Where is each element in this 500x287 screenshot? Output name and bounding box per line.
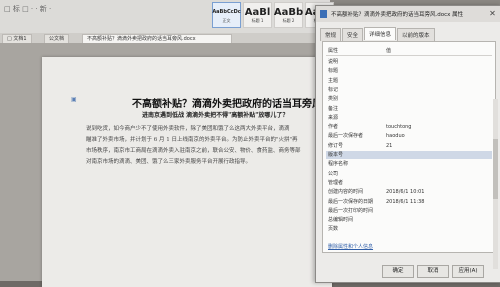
property-row[interactable]: 修订号 21 <box>326 142 492 150</box>
ribbon: □ 标 □ · · 新 · AaBbCcDc 正文 AaBl 标题 1 AaBb… <box>0 0 334 34</box>
property-name: 修订号 <box>328 142 344 149</box>
document-title: 不高额补贴？滴滴外卖把政府的话当耳旁风 <box>132 99 322 110</box>
property-name: 程序名称 <box>328 161 349 168</box>
style-heading-1-sample: AaBl <box>244 6 271 18</box>
dialog-title: 不高额补贴？滴滴外卖把政府的话当耳旁风.docx 属性 <box>331 12 464 18</box>
property-row[interactable]: 版本号 <box>326 151 492 159</box>
property-row[interactable]: 最后一次保存的日期 2018/6/1 11:38 <box>326 198 492 206</box>
remove-properties-link[interactable]: 删除属性和个人信息 <box>328 243 373 250</box>
scrollbar-thumb[interactable] <box>493 139 498 199</box>
quick-access-toolbar[interactable]: □ 标 □ · · 新 · <box>4 4 51 14</box>
property-name: 总编辑时间 <box>328 217 354 224</box>
screen: □ 标 □ · · 新 · AaBbCcDc 正文 AaBl 标题 1 AaBb… <box>0 0 500 287</box>
property-name: 主题 <box>328 77 339 84</box>
properties-dialog: 不高额补贴？滴滴外卖把政府的话当耳旁风.docx 属性 ✕ 常规 安全 详细信息… <box>315 5 500 283</box>
property-name: 最后一次保存者 <box>328 133 364 140</box>
close-icon[interactable]: ✕ <box>487 8 498 19</box>
property-value: 21 <box>386 142 393 149</box>
property-name: 最后一次保存的日期 <box>328 198 374 205</box>
details-scrollbar[interactable] <box>493 99 498 269</box>
word-document-icon <box>320 10 327 18</box>
document-subtitle: 进南京遇到低战 滴滴外卖把不得"高额补贴"放哪儿了？ <box>142 112 289 119</box>
body-line: 说到吃货，如今商户少不了使用外卖软件，除了美团和饿了么这两大外卖平台，滴滴 <box>86 126 290 132</box>
tab-security[interactable]: 安全 <box>342 28 364 41</box>
property-name: 说明 <box>328 59 339 65</box>
style-heading-1[interactable]: AaBl 标题 1 <box>243 2 272 28</box>
body-line: 瞄准了外卖市场，并计划于 6 月 1 日上线南京的外卖平台。为防止外卖平台的"火… <box>86 137 298 143</box>
property-name: 标记 <box>328 86 339 93</box>
property-row[interactable]: 来源 <box>326 114 492 122</box>
property-row[interactable]: 最后一次保存者 haoduo <box>326 132 492 140</box>
property-row[interactable]: 最后一次打印的时间 <box>326 207 492 215</box>
body-line: 对南京市场的滴滴、美团、饿了么三家外卖服务平台开展行政指导。 <box>86 159 252 165</box>
property-row[interactable]: 公司 <box>326 170 492 178</box>
property-row[interactable]: 主题 <box>326 77 492 85</box>
property-name: 标题 <box>328 68 339 75</box>
body-line: 市场秩序，南京市工商局在滴滴外卖入驻南京之前，联合公安、物价、食药监、商务等部 <box>86 148 301 154</box>
property-name: 备注 <box>328 105 339 112</box>
dialog-title-bar: 不高额补贴？滴滴外卖把政府的话当耳旁风.docx 属性 ✕ <box>316 6 500 22</box>
style-heading-2[interactable]: AaBb 标题 2 <box>274 2 303 28</box>
property-value: 2018/6/1 11:38 <box>386 198 425 205</box>
property-row[interactable]: 程序名称 <box>326 160 492 168</box>
property-name: 最后一次打印的时间 <box>328 207 374 214</box>
tab-details[interactable]: 详细信息 <box>364 27 397 40</box>
style-normal-sample: AaBbCcDc <box>212 8 241 15</box>
style-normal[interactable]: AaBbCcDc 正文 <box>212 2 241 28</box>
property-row[interactable]: 作者 touchtong <box>326 123 492 131</box>
property-row[interactable]: 页数 <box>326 225 492 233</box>
property-row[interactable]: 标记 <box>326 86 492 94</box>
property-name: 创建内容的时间 <box>328 189 364 196</box>
style-heading-1-label: 标题 1 <box>251 17 264 23</box>
paragraph-anchor-icon: ▣ <box>71 96 77 103</box>
property-name: 作者 <box>328 124 339 131</box>
property-row[interactable]: 创建内容的时间 2018/6/1 10:01 <box>326 188 492 196</box>
property-row[interactable]: 总编辑时间 <box>326 216 492 224</box>
document-page[interactable] <box>42 57 332 287</box>
property-name: 页数 <box>328 226 339 233</box>
tab-previous-versions[interactable]: 以前的版本 <box>397 28 435 41</box>
style-normal-label: 正文 <box>222 17 231 23</box>
property-row[interactable]: 管理者 <box>326 179 492 187</box>
property-row[interactable]: 备注 <box>326 105 492 113</box>
tab-active-document[interactable]: 不高额补贴？滴滴外卖把政府的话当耳旁风.docx <box>82 34 232 43</box>
property-row[interactable]: 说明 <box>326 58 492 66</box>
property-row[interactable]: 标题 <box>326 67 492 75</box>
column-header-property[interactable]: 属性 <box>328 47 338 54</box>
property-value: haoduo <box>386 133 405 140</box>
style-heading-2-label: 标题 2 <box>282 17 295 23</box>
apply-button[interactable]: 应用(A) <box>452 265 484 278</box>
column-header-value[interactable]: 值 <box>386 47 391 54</box>
property-value: 2018/6/1 10:01 <box>386 189 425 196</box>
property-name: 来源 <box>328 114 339 121</box>
property-name: 版本号 <box>328 152 344 158</box>
style-heading-2-sample: AaBb <box>273 6 304 18</box>
property-name: 类别 <box>328 96 339 103</box>
ok-button[interactable]: 确定 <box>382 265 414 278</box>
cancel-button[interactable]: 取消 <box>417 265 449 278</box>
dialog-tabs: 常规 安全 详细信息 以前的版本 <box>320 27 435 41</box>
tab-official-doc[interactable]: 公文档 <box>44 34 70 43</box>
property-name: 公司 <box>328 170 339 177</box>
details-header: 属性 值 <box>326 46 492 56</box>
property-name: 管理者 <box>328 179 344 186</box>
property-value: touchtong <box>386 124 412 131</box>
tab-general[interactable]: 常规 <box>320 28 342 41</box>
property-row[interactable]: 类别 <box>326 95 492 103</box>
tab-document-1[interactable]: □ 文档1 <box>2 34 32 43</box>
document-tab-bar: □ 文档1 公文档 不高额补贴？滴滴外卖把政府的话当耳旁风.docx <box>0 33 330 43</box>
